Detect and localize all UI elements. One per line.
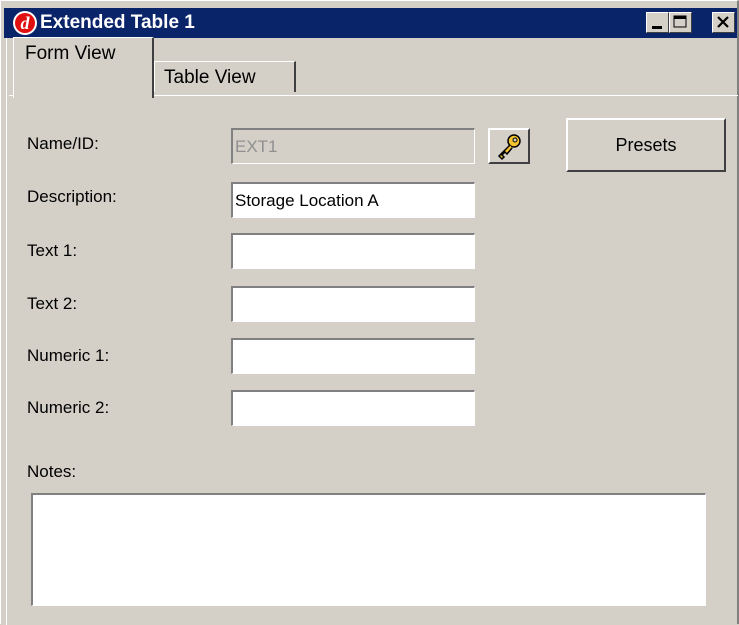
close-button[interactable] [712,12,735,33]
svg-text:d: d [21,13,31,33]
tab-strip: Form View Table View [9,37,738,98]
window-title: Extended Table 1 [40,12,195,33]
numeric1-label: Numeric 1: [27,346,110,365]
maximize-icon [673,15,687,28]
minimize-icon [652,26,662,29]
text2-label: Text 2: [27,294,78,313]
tab-table-view[interactable]: Table View [154,61,296,92]
app-logo-icon: d [12,10,38,36]
description-label: Description: [27,187,117,206]
description-field[interactable] [231,182,475,218]
extended-table-window: d Extended Table 1 Form View Table View … [0,0,739,625]
close-icon [717,16,729,28]
window-left-edge [1,38,7,625]
key-button[interactable] [488,128,530,164]
numeric1-field[interactable] [231,338,475,374]
notes-label: Notes: [27,462,77,481]
key-icon [497,134,521,161]
text1-field[interactable] [231,233,475,269]
minimize-button[interactable] [646,12,669,33]
numeric2-label: Numeric 2: [27,398,110,417]
title-bar[interactable]: d Extended Table 1 [4,8,737,38]
text1-label: Text 1: [27,241,78,260]
notes-textarea[interactable] [31,493,706,606]
name-id-field [231,128,475,164]
text2-field[interactable] [231,286,475,322]
maximize-button[interactable] [669,12,692,33]
name-id-label: Name/ID: [27,134,99,153]
tab-form-view[interactable]: Form View [13,37,154,98]
numeric2-field[interactable] [231,390,475,426]
presets-button[interactable]: Presets [566,118,726,172]
